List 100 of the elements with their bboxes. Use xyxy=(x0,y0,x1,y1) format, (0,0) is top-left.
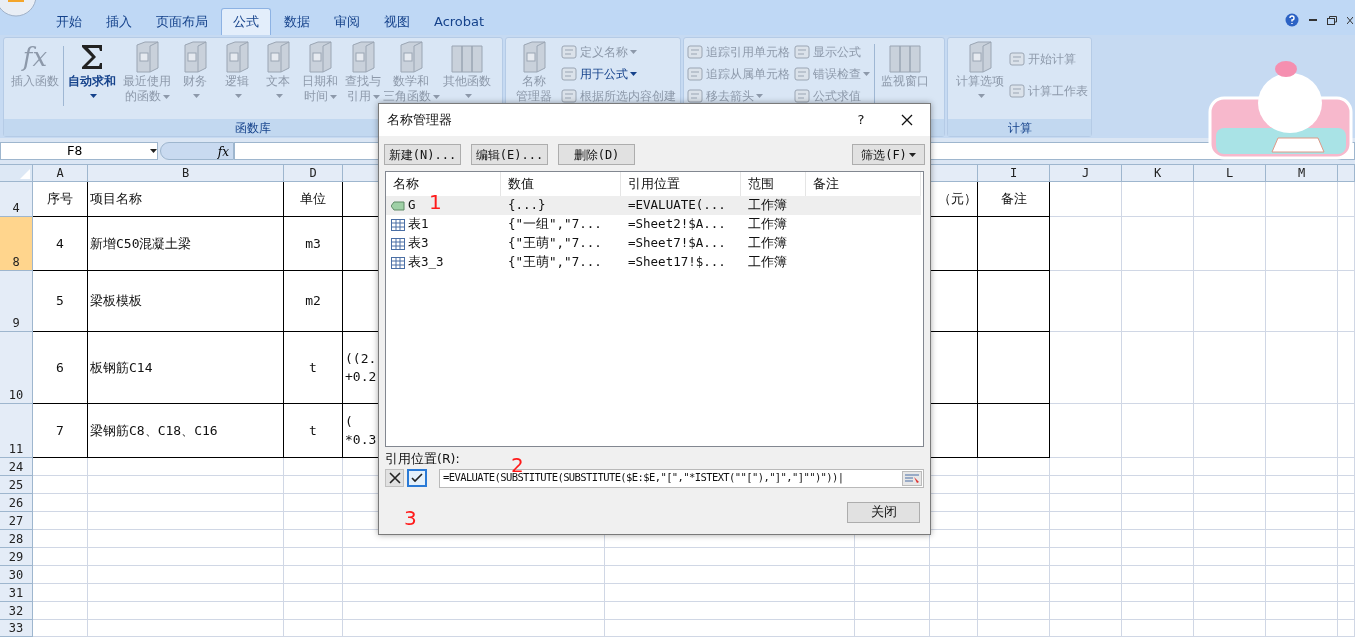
ribbon-tab[interactable]: 插入 xyxy=(95,8,143,35)
table-cell: m3 xyxy=(284,217,343,271)
caret-icon xyxy=(432,94,440,99)
table-cell: 5 xyxy=(33,271,88,332)
column-header[interactable]: A xyxy=(33,165,88,182)
row-header[interactable]: 26 xyxy=(0,494,33,512)
book-icon xyxy=(134,41,160,73)
caret-icon xyxy=(162,94,170,99)
reference-text: =EVALUATE(... xyxy=(627,196,727,215)
command-icon xyxy=(1009,84,1025,98)
row-header[interactable]: 31 xyxy=(0,584,33,602)
ribbon-tab[interactable]: 页面布局 xyxy=(145,8,219,35)
reference-text: =Sheet17!$... xyxy=(627,253,727,272)
row-header[interactable]: 30 xyxy=(0,566,33,584)
ribbon-tab[interactable]: 数据 xyxy=(273,8,321,35)
function-icon: fx xyxy=(22,41,48,73)
caret-icon xyxy=(630,72,637,76)
list-row[interactable]: 表3_3 {"王萌","7... =Sheet17!$... 工作簿 xyxy=(386,253,921,272)
cancel-button[interactable] xyxy=(385,469,404,487)
close-icon xyxy=(901,114,913,126)
annotation-number: 3 xyxy=(404,508,417,528)
command-icon xyxy=(794,67,810,81)
close-dialog-button[interactable]: 关闭 xyxy=(847,502,920,523)
list-row[interactable]: 表3 {"王萌","7... =Sheet7!$A... 工作簿 xyxy=(386,234,921,253)
ribbon-tab[interactable]: 公式 xyxy=(221,8,271,35)
command-icon xyxy=(561,89,577,103)
command-icon xyxy=(794,45,810,59)
dialog-button[interactable]: 编辑(E)... xyxy=(471,144,548,165)
name-text: 表3 xyxy=(408,234,429,253)
check-icon xyxy=(411,473,423,483)
caret-icon xyxy=(192,94,200,98)
column-header[interactable]: L xyxy=(1194,165,1266,182)
command-icon xyxy=(1009,52,1025,66)
ribbon-item[interactable]: 用于公式 xyxy=(561,63,676,85)
book-icon xyxy=(182,41,208,73)
book-icon xyxy=(307,41,333,73)
column-header[interactable]: K xyxy=(1122,165,1194,182)
table-cell: 备注 xyxy=(978,182,1050,217)
table-cell: t xyxy=(284,404,343,458)
row-header[interactable]: 10 xyxy=(0,332,33,404)
book-icon xyxy=(265,41,291,73)
filter-button[interactable]: 筛选(F) xyxy=(852,144,925,165)
column-header[interactable]: B xyxy=(88,165,284,182)
row-header[interactable]: 25 xyxy=(0,476,33,494)
dialog-button[interactable]: 新建(N)... xyxy=(384,144,461,165)
ribbon-tab[interactable]: 审阅 xyxy=(323,8,371,35)
column-header[interactable]: M xyxy=(1266,165,1338,182)
row-header[interactable]: 11 xyxy=(0,404,33,458)
reference-text: =Sheet7!$A... xyxy=(627,234,727,253)
row-header[interactable]: 24 xyxy=(0,458,33,476)
command-icon xyxy=(687,67,703,81)
ribbon-tab[interactable]: 开始 xyxy=(45,8,93,35)
table-cell: 板钢筋C14 xyxy=(88,332,284,404)
value-text: {"王萌","7... xyxy=(507,234,603,253)
book-icon xyxy=(521,41,547,73)
table-cell: 梁板模板 xyxy=(88,271,284,332)
name-box[interactable]: F8 xyxy=(0,142,158,160)
collapse-dialog-icon[interactable] xyxy=(902,470,922,486)
tag-icon xyxy=(391,200,405,211)
minimize-icon[interactable] xyxy=(1309,18,1317,22)
row-header[interactable]: 8 xyxy=(0,217,33,271)
group-label: 计算 xyxy=(948,119,1091,136)
column-header[interactable]: I xyxy=(978,165,1050,182)
ribbon-tab[interactable]: 视图 xyxy=(373,8,421,35)
close-icon[interactable] xyxy=(1347,15,1353,25)
caret-icon xyxy=(150,149,157,153)
row-header[interactable]: 4 xyxy=(0,182,33,217)
row-header[interactable]: 29 xyxy=(0,548,33,566)
caret-icon xyxy=(275,94,283,98)
row-header[interactable]: 33 xyxy=(0,620,33,637)
column-header[interactable] xyxy=(930,165,978,182)
row-header[interactable]: 32 xyxy=(0,602,33,620)
ribbon-button[interactable]: 自动求和 xyxy=(64,38,120,119)
caret-icon xyxy=(977,94,985,98)
table-cell: 7 xyxy=(33,404,88,458)
dialog-button[interactable]: 删除(D) xyxy=(558,144,635,165)
caret-icon xyxy=(863,72,870,76)
restore-icon[interactable] xyxy=(1327,15,1337,25)
confirm-button[interactable] xyxy=(407,469,427,487)
row-header[interactable]: 9 xyxy=(0,271,33,332)
command-icon xyxy=(687,45,703,59)
ribbon-tab[interactable]: Acrobat xyxy=(423,8,496,35)
column-header[interactable]: J xyxy=(1050,165,1122,182)
list-row[interactable]: 表1 {"一组","7... =Sheet2!$A... 工作簿 xyxy=(386,215,921,234)
sigma-icon xyxy=(80,44,104,70)
table-cell: 4 xyxy=(33,217,88,271)
column-header[interactable]: D xyxy=(284,165,343,182)
scope-text: 工作簿 xyxy=(747,196,788,215)
book-icon xyxy=(350,41,376,73)
row-header[interactable]: 27 xyxy=(0,512,33,530)
row-header[interactable]: 28 xyxy=(0,530,33,548)
table-cell: 序号 xyxy=(33,182,88,217)
insert-function-button[interactable]: fx xyxy=(160,142,234,160)
name-text: 表3_3 xyxy=(408,253,444,272)
help-icon[interactable] xyxy=(1285,13,1299,27)
scope-text: 工作簿 xyxy=(747,215,788,234)
table-cell: t xyxy=(284,332,343,404)
caret-icon xyxy=(234,94,242,98)
book-icon xyxy=(224,41,250,73)
caret-icon xyxy=(329,94,337,99)
